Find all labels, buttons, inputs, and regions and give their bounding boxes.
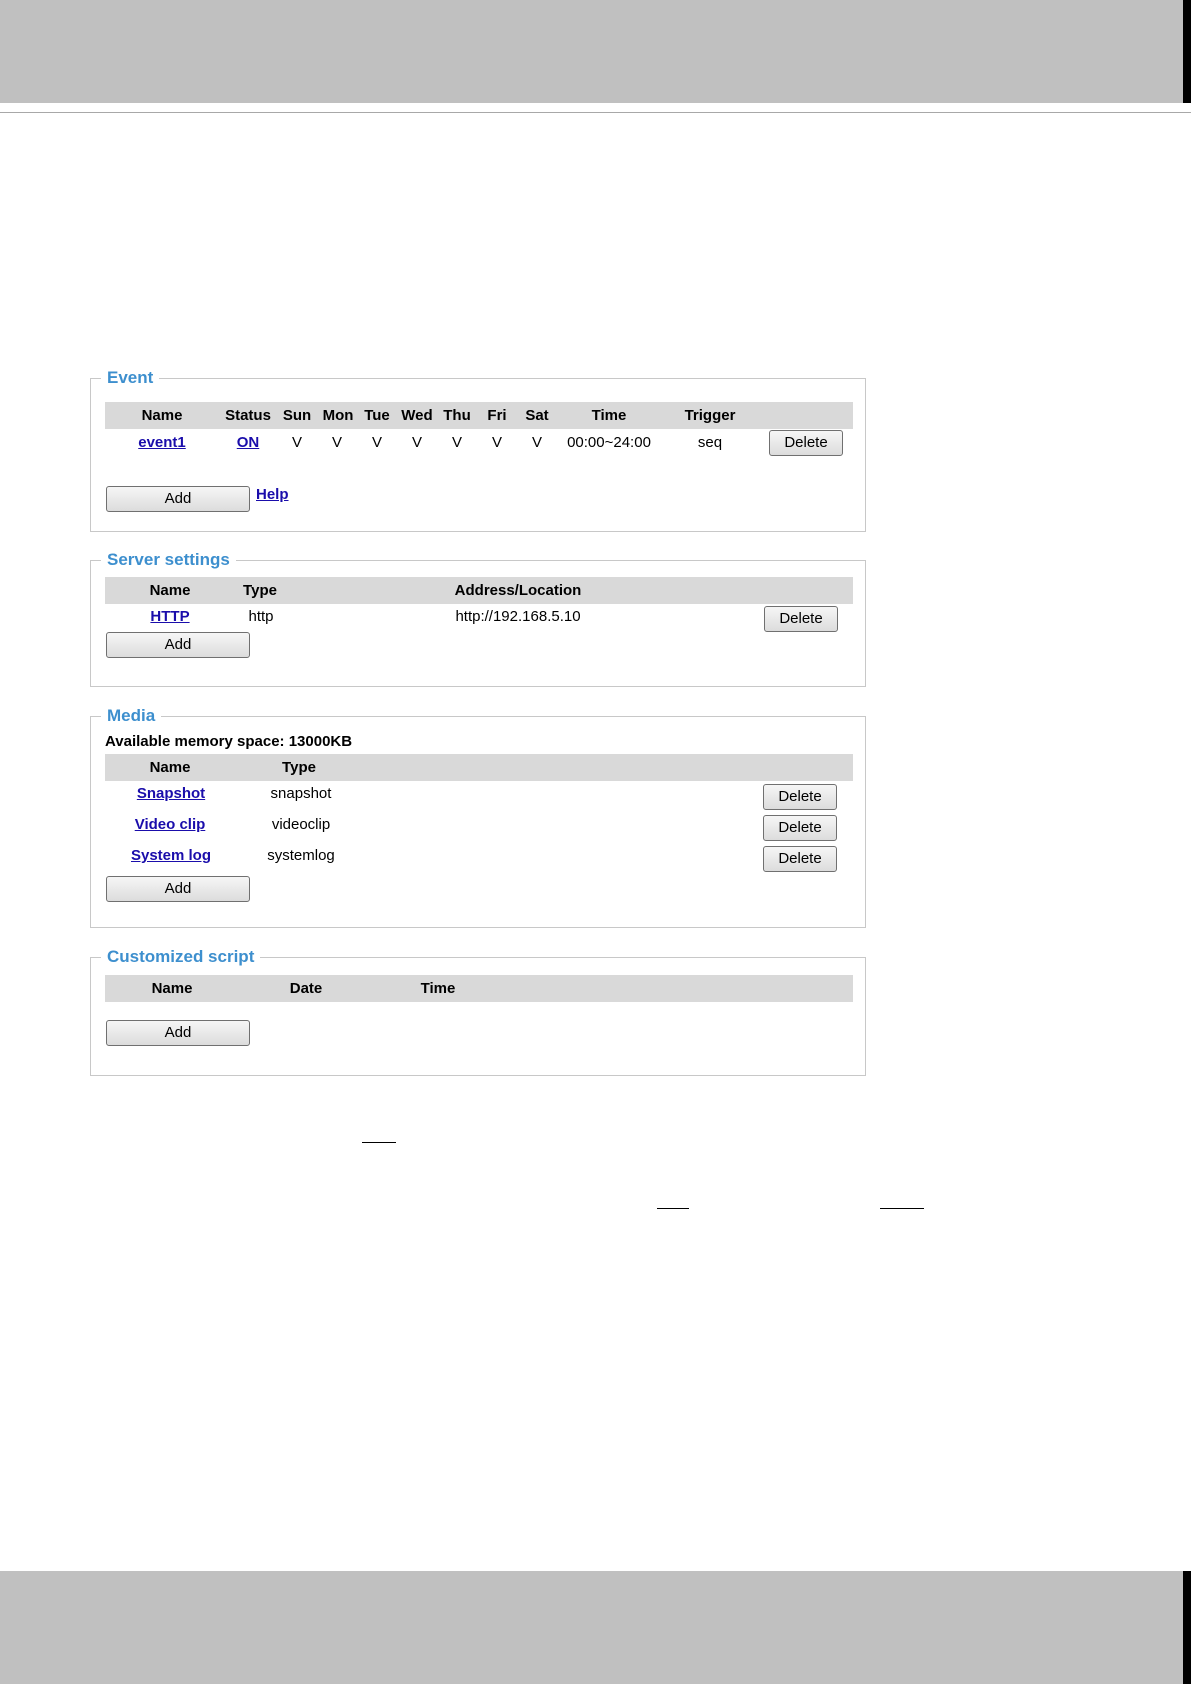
customized-script-legend: Customized script xyxy=(107,947,255,966)
col-type: Type xyxy=(243,582,277,599)
help-link[interactable]: Help xyxy=(256,486,289,503)
add-event-button[interactable]: Add xyxy=(106,486,250,512)
underline-stub xyxy=(657,1208,689,1209)
col-type: Type xyxy=(282,759,316,776)
server-name-link[interactable]: HTTP xyxy=(150,608,189,625)
col-status: Status xyxy=(225,407,271,424)
available-memory-text: Available memory space: 13000KB xyxy=(105,733,353,750)
media-table-header: Name Type xyxy=(105,754,853,781)
event-legend: Event xyxy=(107,368,154,387)
underline-stub xyxy=(880,1208,924,1209)
delete-snapshot-button[interactable]: Delete xyxy=(763,784,837,810)
col-trigger: Trigger xyxy=(684,407,736,424)
col-tue: Tue xyxy=(364,407,390,424)
event-table-header: Name Status Sun Mon Tue Wed Thu Fri Sat … xyxy=(105,402,853,429)
event-day-wed: V xyxy=(411,434,423,451)
col-name: Name xyxy=(149,582,191,599)
customized-script-panel: Customized script Name Date Time Add xyxy=(90,947,866,1076)
delete-video-clip-button[interactable]: Delete xyxy=(763,815,837,841)
col-address: Address/Location xyxy=(454,582,582,599)
header-edge-bar xyxy=(1183,0,1191,103)
col-fri: Fri xyxy=(487,407,507,424)
col-name: Name xyxy=(149,759,191,776)
event-day-thu: V xyxy=(451,434,463,451)
add-script-button[interactable]: Add xyxy=(106,1020,250,1046)
server-type: http xyxy=(248,608,274,625)
media-legend: Media xyxy=(107,706,156,725)
page-footer-band xyxy=(0,1571,1191,1684)
add-server-button[interactable]: Add xyxy=(106,632,250,658)
event-day-tue: V xyxy=(371,434,383,451)
event-day-fri: V xyxy=(491,434,503,451)
media-type: snapshot xyxy=(270,785,332,802)
page-header-band xyxy=(0,0,1191,103)
script-table-header: Name Date Time xyxy=(105,975,853,1002)
add-media-button[interactable]: Add xyxy=(106,876,250,902)
col-sun: Sun xyxy=(282,407,312,424)
underline-stub xyxy=(362,1142,396,1143)
event-panel: Event Name Status Sun Mon Tue Wed Thu Fr… xyxy=(90,368,866,532)
media-type: videoclip xyxy=(271,816,331,833)
col-thu: Thu xyxy=(443,407,471,424)
footer-edge-bar xyxy=(1183,1571,1191,1684)
media-panel: Media Available memory space: 13000KB Na… xyxy=(90,706,866,928)
col-date: Date xyxy=(289,980,323,997)
server-settings-legend: Server settings xyxy=(107,550,230,569)
delete-system-log-button[interactable]: Delete xyxy=(763,846,837,872)
event-time: 00:00~24:00 xyxy=(567,434,651,451)
delete-event-button[interactable]: Delete xyxy=(769,430,843,456)
server-table-header: Name Type Address/Location xyxy=(105,577,853,604)
event-status-link[interactable]: ON xyxy=(237,434,260,451)
media-system-log-link[interactable]: System log xyxy=(131,847,211,864)
event-trigger: seq xyxy=(697,434,723,451)
header-rule xyxy=(0,112,1191,113)
server-settings-panel: Server settings Name Type Address/Locati… xyxy=(90,550,866,687)
media-snapshot-link[interactable]: Snapshot xyxy=(137,785,205,802)
col-sat: Sat xyxy=(525,407,549,424)
col-name: Name xyxy=(141,407,183,424)
delete-server-button[interactable]: Delete xyxy=(764,606,838,632)
col-time: Time xyxy=(591,407,627,424)
col-name: Name xyxy=(151,980,193,997)
col-mon: Mon xyxy=(322,407,354,424)
col-wed: Wed xyxy=(401,407,433,424)
event-day-mon: V xyxy=(331,434,343,451)
media-video-clip-link[interactable]: Video clip xyxy=(135,816,206,833)
event-day-sun: V xyxy=(291,434,303,451)
media-type: systemlog xyxy=(267,847,335,864)
server-address: http://192.168.5.10 xyxy=(455,608,581,625)
event-name-link[interactable]: event1 xyxy=(138,434,186,451)
col-time: Time xyxy=(420,980,456,997)
event-day-sat: V xyxy=(531,434,543,451)
